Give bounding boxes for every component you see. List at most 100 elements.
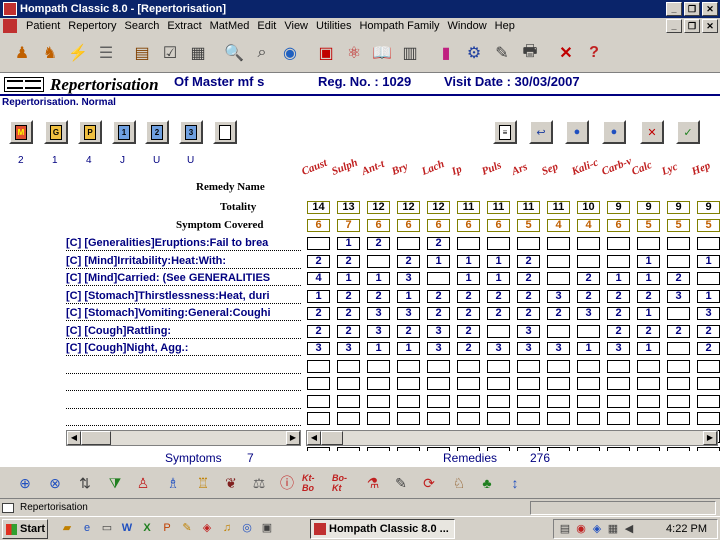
grade-cell[interactable]: [547, 272, 570, 285]
grade-cell[interactable]: [547, 237, 570, 250]
grade-cell[interactable]: 1: [427, 255, 450, 268]
music-icon[interactable]: ♫: [220, 521, 234, 535]
grade-cell[interactable]: [637, 412, 660, 425]
grade-cell[interactable]: 2: [307, 307, 330, 320]
volume-icon[interactable]: ◀: [622, 522, 636, 536]
grade-cell[interactable]: [367, 412, 390, 425]
grade-cell[interactable]: 2: [397, 255, 420, 268]
grade-cell[interactable]: 2: [427, 237, 450, 250]
network-icon[interactable]: ▤: [558, 522, 572, 536]
alphabetical-sort-icon[interactable]: ↕: [504, 472, 526, 494]
remedy-name-header[interactable]: Sulph: [330, 157, 364, 189]
grade-cell[interactable]: 1: [637, 272, 660, 285]
figure-icon[interactable]: ♗: [162, 472, 184, 494]
grade-cell[interactable]: 3: [397, 307, 420, 320]
grade-cell[interactable]: [457, 360, 480, 373]
taskbar-hompath-window[interactable]: Hompath Classic 8.0 ...: [310, 519, 455, 539]
add-icon[interactable]: ⊕: [14, 472, 36, 494]
grade-cell[interactable]: [667, 360, 690, 373]
grade-cell[interactable]: [697, 377, 720, 390]
grade-cell[interactable]: 1: [457, 272, 480, 285]
search-icon[interactable]: 🔍: [222, 41, 246, 65]
scales-icon[interactable]: ⚖: [248, 472, 270, 494]
flask-icon[interactable]: ⚗: [362, 472, 384, 494]
display-icon[interactable]: ▦: [606, 522, 620, 536]
remedy-name-header[interactable]: Kali-c: [570, 156, 604, 189]
word-icon[interactable]: W: [120, 521, 134, 535]
grade-cell[interactable]: [697, 272, 720, 285]
grade-cell[interactable]: [577, 237, 600, 250]
rubric-row-label[interactable]: [66, 376, 301, 391]
grade-cell[interactable]: [457, 412, 480, 425]
rubric-row-label[interactable]: [C] [Mind]Carried: (See GENERALITIES: [66, 271, 301, 286]
grade-cell[interactable]: 1: [457, 255, 480, 268]
grade-cell[interactable]: 3: [367, 325, 390, 338]
grade-cell[interactable]: 2: [517, 255, 540, 268]
grade-cell[interactable]: [457, 237, 480, 250]
grade-cell[interactable]: [517, 237, 540, 250]
grade-cell[interactable]: 2: [487, 307, 510, 320]
remedy-name-header[interactable]: Ars: [510, 161, 534, 189]
grade-cell[interactable]: 1: [577, 342, 600, 355]
grade-cell[interactable]: [517, 395, 540, 408]
grade-cell[interactable]: 2: [397, 325, 420, 338]
grade-cell[interactable]: 2: [517, 307, 540, 320]
start-button[interactable]: Start: [2, 519, 48, 539]
grade-cell[interactable]: 2: [427, 307, 450, 320]
document-icon[interactable]: [3, 19, 17, 33]
grade-cell[interactable]: 2: [637, 290, 660, 303]
grade-cell[interactable]: [307, 360, 330, 373]
grade-cell[interactable]: [457, 377, 480, 390]
menu-hep[interactable]: Hep: [491, 18, 519, 35]
grade-cell[interactable]: [637, 377, 660, 390]
check-button[interactable]: ✓: [676, 120, 700, 144]
mdi-minimize-button[interactable]: _: [666, 19, 682, 33]
grade-cell[interactable]: 2: [367, 290, 390, 303]
lightning-icon[interactable]: ⚡: [66, 41, 90, 65]
grade-cell[interactable]: 2: [577, 290, 600, 303]
menu-matmed[interactable]: MatMed: [206, 18, 254, 35]
grade-cell[interactable]: [547, 412, 570, 425]
grade-cell[interactable]: 2: [337, 255, 360, 268]
grade-cell[interactable]: [367, 395, 390, 408]
grade-cell[interactable]: 3: [547, 290, 570, 303]
grade-cell[interactable]: [427, 395, 450, 408]
kent-boenninghausen-icon[interactable]: Kt-Bo: [302, 472, 324, 494]
grade-cell[interactable]: [397, 377, 420, 390]
mind-button[interactable]: M: [9, 120, 33, 144]
grade-cell[interactable]: [427, 272, 450, 285]
grade-cell[interactable]: [607, 377, 630, 390]
grade-cell[interactable]: [697, 395, 720, 408]
molecule-icon[interactable]: ⚛: [342, 41, 366, 65]
level-2-button[interactable]: 2: [145, 120, 169, 144]
grade-cell[interactable]: 1: [487, 255, 510, 268]
grade-cell[interactable]: [607, 360, 630, 373]
grade-cell[interactable]: [577, 325, 600, 338]
grade-cell[interactable]: 1: [337, 272, 360, 285]
remove-icon[interactable]: ⊗: [44, 472, 66, 494]
rubric-row-label[interactable]: [C] [Stomach]Vomiting:General:Coughi: [66, 306, 301, 321]
grade-cell[interactable]: 1: [697, 255, 720, 268]
grade-cell[interactable]: [397, 360, 420, 373]
grade-cell[interactable]: [577, 360, 600, 373]
menu-edit[interactable]: Edit: [253, 18, 280, 35]
grade-cell[interactable]: [517, 377, 540, 390]
grade-cell[interactable]: [367, 377, 390, 390]
menu-repertory[interactable]: Repertory: [64, 18, 120, 35]
grade-cell[interactable]: 2: [667, 325, 690, 338]
rubric-row-label[interactable]: [C] [Cough]Rattling:: [66, 324, 301, 339]
grade-cell[interactable]: [427, 412, 450, 425]
grade-cell[interactable]: [337, 412, 360, 425]
level-1-button[interactable]: 1: [112, 120, 136, 144]
grade-cell[interactable]: [547, 325, 570, 338]
grade-cell[interactable]: [397, 395, 420, 408]
rubric-row-label[interactable]: [66, 394, 301, 409]
grade-cell[interactable]: [667, 342, 690, 355]
grade-cell[interactable]: 1: [337, 237, 360, 250]
grid-icon[interactable]: ▦: [186, 41, 210, 65]
grade-cell[interactable]: 2: [667, 272, 690, 285]
grade-cell[interactable]: 2: [607, 325, 630, 338]
grade-cell[interactable]: 3: [337, 342, 360, 355]
grade-cell[interactable]: [427, 377, 450, 390]
scroll-right-arrow-icon[interactable]: ▶: [703, 431, 717, 445]
